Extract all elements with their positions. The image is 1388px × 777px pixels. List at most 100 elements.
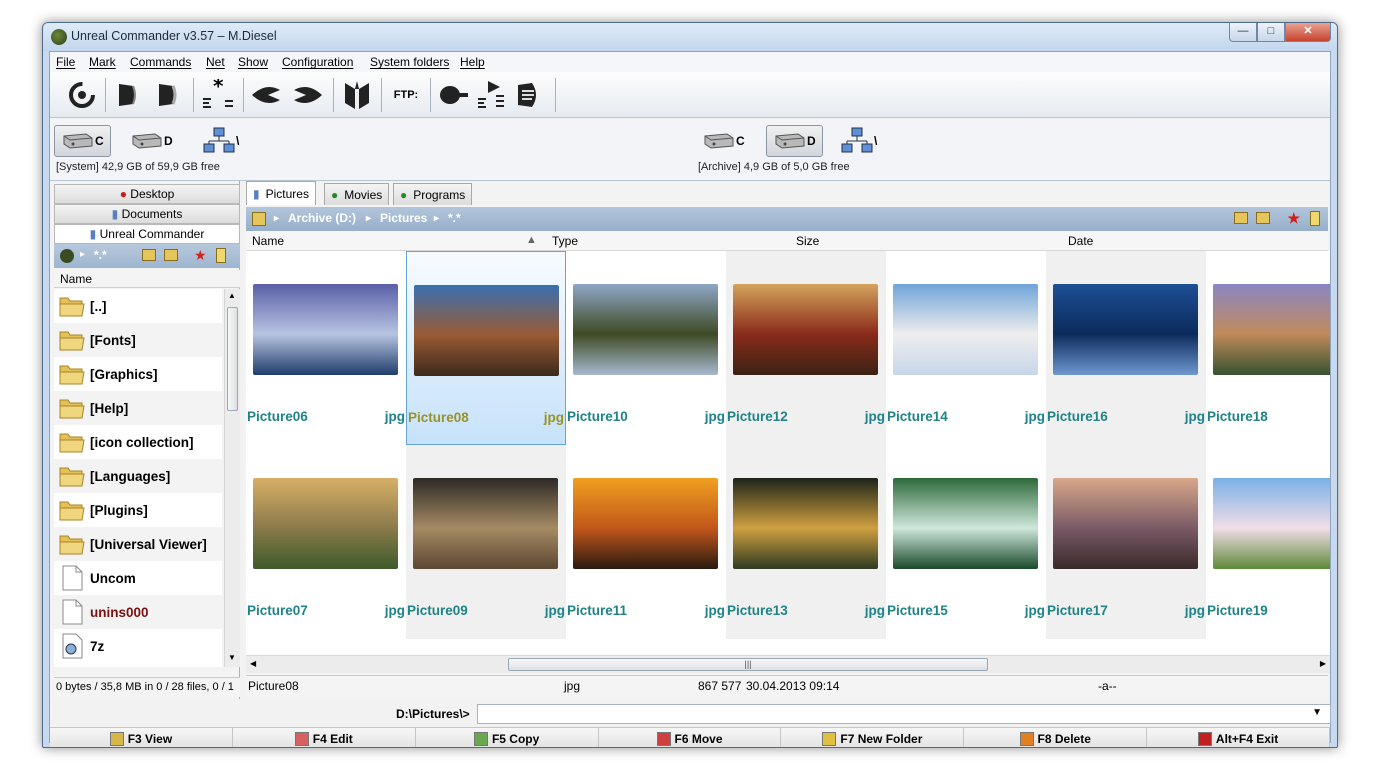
menu-system-folders[interactable]: System folders [370, 55, 449, 69]
favorites-icon[interactable]: ★ [194, 247, 207, 264]
root-folder-icon[interactable] [142, 249, 156, 261]
menu-configuration[interactable]: Configuration [282, 55, 353, 69]
delete-button[interactable]: F8 Delete [964, 728, 1148, 747]
minimize-button[interactable]: — [1229, 23, 1257, 42]
list-item[interactable]: [Universal Viewer] [54, 527, 222, 561]
list-item[interactable]: [Help] [54, 391, 222, 425]
thumbnail-item[interactable]: Picture06 jpg [246, 251, 406, 445]
thumbnail-item[interactable]: Picture09 jpg [406, 445, 566, 639]
list-item[interactable]: [Graphics] [54, 357, 222, 391]
column-size[interactable]: Size [796, 234, 819, 248]
left-panel-icon[interactable] [110, 79, 146, 111]
right-drive-network[interactable]: \ [834, 125, 883, 157]
thumbnail-item[interactable]: Picture18jpg [1206, 251, 1330, 445]
column-type[interactable]: Type [552, 234, 578, 248]
horizontal-scrollbar[interactable]: ◀ ||| ▶ [246, 655, 1330, 673]
sort-ascending-icon[interactable]: ▲ [526, 234, 537, 246]
left-path-bar[interactable]: ▸ *.* ★ [54, 244, 240, 268]
list-item[interactable]: 7z [54, 629, 222, 663]
new-folder-button[interactable]: F7 New Folder [781, 728, 965, 747]
app-icon[interactable] [51, 29, 67, 45]
left-tab-unreal-commander[interactable]: ▮ Unreal Commander [54, 224, 240, 244]
history-icon[interactable] [1310, 211, 1320, 226]
left-tab-desktop[interactable]: ● Desktop [54, 184, 240, 204]
column-name[interactable]: Name [252, 234, 284, 248]
left-column-name[interactable]: Name [54, 270, 240, 288]
refresh-icon[interactable] [64, 79, 100, 111]
path-drive[interactable]: Archive (D:) [288, 211, 356, 225]
thumbnail-item[interactable]: Picture14 jpg [886, 251, 1046, 445]
menu-mark[interactable]: Mark [89, 55, 116, 69]
menu-show[interactable]: Show [238, 55, 268, 69]
scroll-left-icon[interactable]: ◀ [250, 659, 256, 668]
move-button[interactable]: F6 Move [599, 728, 782, 747]
right-tab-programs[interactable]: ● Programs [393, 183, 473, 205]
scroll-thumb[interactable]: ||| [508, 658, 988, 671]
copy-icon [473, 731, 488, 746]
close-button[interactable]: ✕ [1285, 23, 1331, 42]
left-tab-documents[interactable]: ▮ Documents [54, 204, 240, 224]
left-drive-network[interactable]: \ [196, 125, 245, 157]
scroll-down-icon[interactable]: ▼ [228, 653, 236, 662]
thumbnail-item[interactable]: Picture15 jpg [886, 445, 1046, 639]
column-date[interactable]: Date [1068, 234, 1093, 248]
command-input[interactable] [477, 704, 1331, 724]
right-tab-pictures[interactable]: ▮ Pictures [246, 181, 316, 205]
left-scrollbar[interactable]: ▲ ▼ [224, 289, 240, 667]
archive-icon[interactable] [339, 79, 375, 111]
list-item[interactable]: [..] [54, 289, 222, 323]
scroll-thumb[interactable] [227, 307, 238, 411]
folder-icon [58, 428, 86, 456]
scroll-right-icon[interactable]: ▶ [1320, 659, 1326, 668]
list-item[interactable]: Uncom [54, 561, 222, 595]
copy-button[interactable]: F5 Copy [416, 728, 599, 747]
right-drive-d[interactable]: D [766, 125, 823, 157]
left-drive-c[interactable]: C [54, 125, 111, 157]
view-button[interactable]: F3 View [50, 728, 233, 747]
folder-icon: ▮ [111, 207, 119, 221]
thumbnail-item[interactable]: Picture13 jpg [726, 445, 886, 639]
list-item[interactable]: [icon collection] [54, 425, 222, 459]
thumbnail-item[interactable]: Picture07 jpg [246, 445, 406, 639]
up-folder-icon[interactable] [1256, 212, 1270, 224]
list-item[interactable]: [Plugins] [54, 493, 222, 527]
ftp-list-icon[interactable] [474, 79, 510, 111]
thumbnail-item[interactable]: Picture12 jpg [726, 251, 886, 445]
edit-button[interactable]: F4 Edit [233, 728, 416, 747]
thumbnail-extension: jpg [864, 603, 885, 618]
ftp-disconnect-icon[interactable] [512, 79, 548, 111]
history-icon[interactable] [216, 248, 226, 263]
left-drive-d[interactable]: D [124, 125, 179, 157]
menu-help[interactable]: Help [460, 55, 485, 69]
ftp-connect-icon[interactable] [436, 79, 472, 111]
right-drive-c[interactable]: C [696, 125, 751, 157]
thumbnail-item[interactable]: Picture08 jpg [406, 251, 566, 445]
title-bar[interactable]: Unreal Commander v3.57 – M.Diesel — □ ✕ [43, 23, 1337, 51]
view-right-icon[interactable] [290, 79, 326, 111]
right-panel-icon[interactable] [150, 79, 186, 111]
thumbnail-item[interactable]: Picture11 jpg [566, 445, 726, 639]
menu-net[interactable]: Net [206, 55, 225, 69]
up-folder-icon[interactable] [164, 249, 178, 261]
exit-button[interactable]: Alt+F4 Exit [1147, 728, 1331, 747]
scroll-up-icon[interactable]: ▲ [228, 291, 236, 300]
select-all-icon[interactable]: * [200, 79, 236, 111]
right-tab-movies[interactable]: ● Movies [324, 183, 390, 205]
menu-commands[interactable]: Commands [130, 55, 191, 69]
path-folder[interactable]: Pictures [380, 211, 427, 225]
view-left-icon[interactable] [248, 79, 284, 111]
favorites-icon[interactable]: ★ [1287, 210, 1300, 227]
menu-file[interactable]: File [56, 55, 75, 69]
maximize-button[interactable]: □ [1257, 23, 1285, 42]
list-item[interactable]: [Languages] [54, 459, 222, 493]
list-item[interactable]: unins000 [54, 595, 222, 629]
thumbnail-item[interactable]: Picture10 jpg [566, 251, 726, 445]
list-item[interactable]: [Fonts] [54, 323, 222, 357]
thumbnail-item[interactable]: Picture16 jpg [1046, 251, 1206, 445]
thumbnail-item[interactable]: Picture17 jpg [1046, 445, 1206, 639]
right-path-bar[interactable]: ▸ Archive (D:) ▸ Pictures ▸ *.* ★ [246, 207, 1328, 231]
root-folder-icon[interactable] [1234, 212, 1248, 224]
chevron-down-icon[interactable]: ▼ [1312, 707, 1322, 718]
thumbnail-image [1053, 284, 1198, 375]
thumbnail-item[interactable]: Picture19jpg [1206, 445, 1330, 639]
